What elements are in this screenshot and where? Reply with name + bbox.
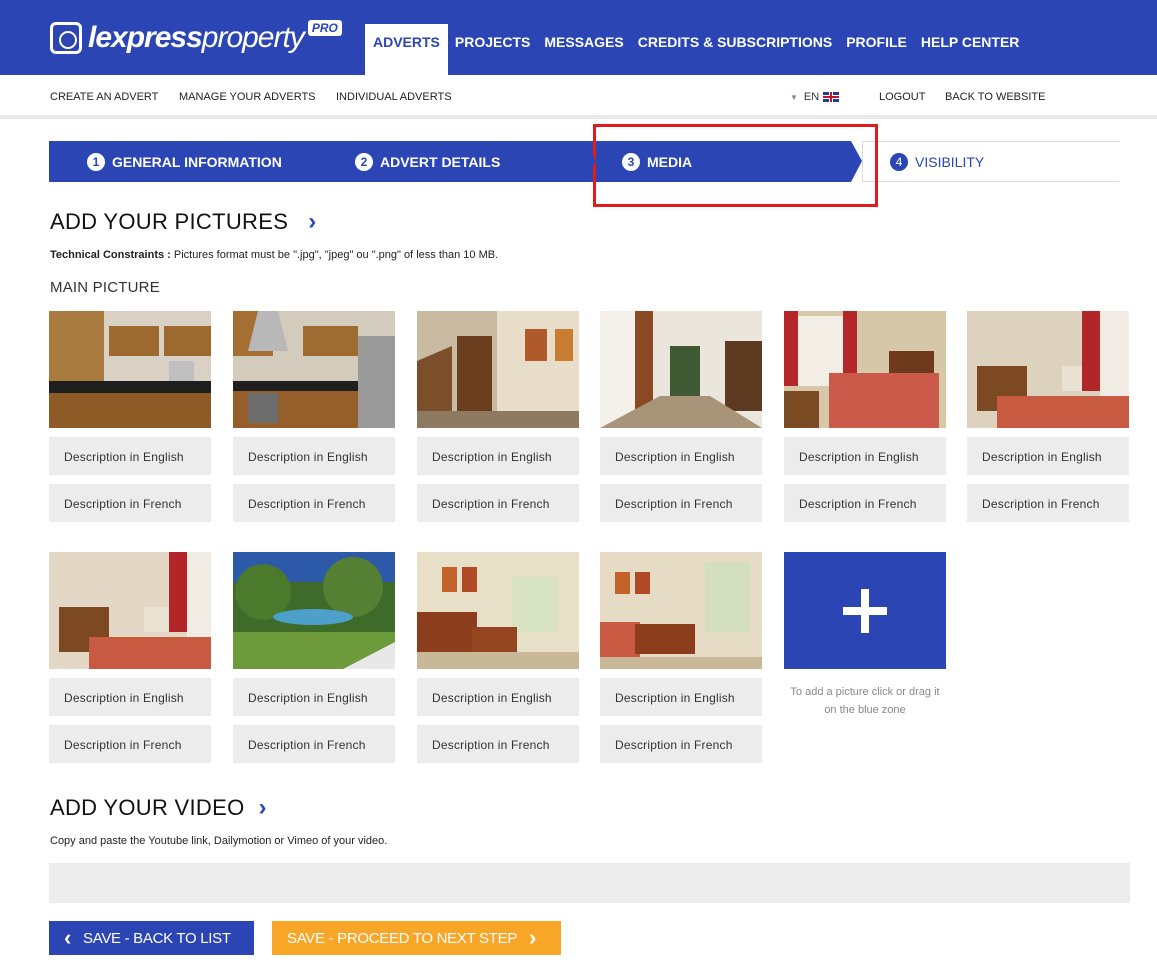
step-label: VISIBILITY bbox=[915, 153, 985, 170]
living-room-photo-2 bbox=[600, 552, 762, 669]
plus-icon bbox=[843, 588, 887, 633]
description-french-field[interactable]: Description in French bbox=[600, 484, 762, 522]
step-advert-details[interactable]: 2 ADVERT DETAILS bbox=[317, 141, 596, 182]
chevron-right-icon: › bbox=[258, 794, 267, 821]
sub-navigation-bar: CREATE AN ADVERT MANAGE YOUR ADVERTS IND… bbox=[0, 75, 1157, 119]
language-selector[interactable]: ▼ EN bbox=[790, 91, 840, 103]
main-nav: ADVERTS PROJECTS MESSAGES CREDITS & SUBS… bbox=[365, 24, 1026, 75]
main-picture-label: MAIN PICTURE bbox=[50, 279, 160, 296]
description-english-field[interactable]: Description in English bbox=[600, 437, 762, 475]
add-picture-dropzone[interactable] bbox=[784, 552, 946, 669]
logout-link[interactable]: LOGOUT bbox=[879, 91, 925, 103]
picture-hallway-stairs[interactable] bbox=[417, 311, 579, 428]
button-label: SAVE - PROCEED TO NEXT STEP bbox=[287, 929, 518, 947]
create-advert-link[interactable]: CREATE AN ADVERT bbox=[50, 91, 158, 103]
description-french-field[interactable]: Description in French bbox=[49, 725, 211, 763]
chevron-right-icon: › bbox=[308, 208, 317, 235]
description-english-field[interactable]: Description in English bbox=[233, 437, 395, 475]
garden-pool-photo bbox=[233, 552, 395, 669]
technical-constraints: Technical Constraints : Pictures format … bbox=[50, 249, 498, 261]
constraints-label: Technical Constraints : bbox=[50, 249, 171, 261]
bedroom-photo-1 bbox=[784, 311, 946, 428]
pictures-section-title[interactable]: ADD YOUR PICTURES › bbox=[50, 208, 316, 236]
picture-kitchen-1[interactable] bbox=[49, 311, 211, 428]
stairs-photo bbox=[417, 311, 579, 428]
corridor-photo bbox=[600, 311, 762, 428]
description-english-field[interactable]: Description in English bbox=[49, 678, 211, 716]
picture-kitchen-2[interactable] bbox=[233, 311, 395, 428]
nav-profile[interactable]: PROFILE bbox=[839, 24, 914, 75]
description-french-field[interactable]: Description in French bbox=[233, 484, 395, 522]
section-heading: ADD YOUR PICTURES bbox=[50, 209, 289, 234]
constraints-text: Pictures format must be ".jpg", "jpeg" o… bbox=[170, 249, 499, 261]
language-code: EN bbox=[803, 91, 820, 103]
description-english-field[interactable]: Description in English bbox=[967, 437, 1129, 475]
description-english-field[interactable]: Description in English bbox=[233, 678, 395, 716]
step-visibility[interactable]: 4 VISIBILITY bbox=[862, 141, 1130, 183]
living-room-photo-1 bbox=[417, 552, 579, 669]
individual-adverts-link[interactable]: INDIVIDUAL ADVERTS bbox=[336, 91, 452, 103]
description-french-field[interactable]: Description in French bbox=[784, 484, 946, 522]
caret-down-icon: ▼ bbox=[790, 92, 798, 102]
kitchen-photo-2 bbox=[233, 311, 395, 428]
nav-messages[interactable]: MESSAGES bbox=[537, 24, 630, 75]
nav-help-center[interactable]: HELP CENTER bbox=[914, 24, 1027, 75]
pro-badge: PRO bbox=[307, 20, 342, 36]
description-french-field[interactable]: Description in French bbox=[417, 725, 579, 763]
nav-credits-subscriptions[interactable]: CREDITS & SUBSCRIPTIONS bbox=[631, 24, 839, 75]
description-english-field[interactable]: Description in English bbox=[49, 437, 211, 475]
video-help-text: Copy and paste the Youtube link, Dailymo… bbox=[50, 835, 388, 847]
nav-adverts[interactable]: ADVERTS bbox=[365, 24, 448, 75]
picture-bedroom-1[interactable] bbox=[784, 311, 946, 428]
step-number: 1 bbox=[87, 152, 105, 171]
picture-corridor[interactable] bbox=[600, 311, 762, 428]
chevron-left-icon: ‹ bbox=[64, 925, 72, 950]
top-navigation-bar: lexpressproperty PRO ADVERTS PROJECTS ME… bbox=[0, 0, 1157, 75]
description-english-field[interactable]: Description in English bbox=[417, 437, 579, 475]
nav-projects[interactable]: PROJECTS bbox=[448, 24, 537, 75]
back-to-website-link[interactable]: BACK TO WEBSITE bbox=[945, 91, 1045, 103]
step-label: ADVERT DETAILS bbox=[380, 153, 501, 170]
picture-bedroom-3[interactable] bbox=[49, 552, 211, 669]
bedroom-photo-2 bbox=[967, 311, 1129, 428]
video-url-input[interactable] bbox=[49, 863, 1130, 903]
description-english-field[interactable]: Description in English bbox=[600, 678, 762, 716]
save-back-to-list-button[interactable]: ‹ SAVE - BACK TO LIST bbox=[49, 921, 254, 955]
description-french-field[interactable]: Description in French bbox=[417, 484, 579, 522]
description-french-field[interactable]: Description in French bbox=[600, 725, 762, 763]
description-english-field[interactable]: Description in English bbox=[784, 437, 946, 475]
logo-text: lexpressproperty bbox=[88, 21, 305, 54]
button-label: SAVE - BACK TO LIST bbox=[83, 929, 231, 947]
step-general-information[interactable]: 1 GENERAL INFORMATION bbox=[49, 141, 328, 182]
step-number: 4 bbox=[890, 152, 908, 171]
picture-living-room-2[interactable] bbox=[600, 552, 762, 669]
description-french-field[interactable]: Description in French bbox=[967, 484, 1129, 522]
media-step-highlight bbox=[593, 124, 878, 207]
save-proceed-next-step-button[interactable]: SAVE - PROCEED TO NEXT STEP › bbox=[272, 921, 561, 955]
picture-garden-pool[interactable] bbox=[233, 552, 395, 669]
picture-bedroom-2[interactable] bbox=[967, 311, 1129, 428]
description-french-field[interactable]: Description in French bbox=[49, 484, 211, 522]
description-english-field[interactable]: Description in English bbox=[417, 678, 579, 716]
step-number: 2 bbox=[355, 152, 373, 171]
manage-adverts-link[interactable]: MANAGE YOUR ADVERTS bbox=[179, 91, 316, 103]
video-section-title[interactable]: ADD YOUR VIDEO › bbox=[50, 794, 267, 822]
add-picture-hint: To add a picture click or drag it on the… bbox=[790, 686, 940, 716]
picture-living-room-1[interactable] bbox=[417, 552, 579, 669]
house-logo-icon bbox=[50, 22, 82, 54]
section-heading: ADD YOUR VIDEO bbox=[50, 795, 245, 820]
step-label: GENERAL INFORMATION bbox=[112, 153, 282, 170]
wizard-steps: 1 GENERAL INFORMATION 2 ADVERT DETAILS 3… bbox=[49, 141, 1130, 183]
description-french-field[interactable]: Description in French bbox=[233, 725, 395, 763]
lexpressproperty-pro-logo[interactable]: lexpressproperty PRO bbox=[50, 17, 342, 59]
uk-flag-icon bbox=[823, 92, 840, 102]
chevron-right-icon: › bbox=[529, 925, 537, 950]
bedroom-photo-3 bbox=[49, 552, 211, 669]
kitchen-photo-1 bbox=[49, 311, 211, 428]
